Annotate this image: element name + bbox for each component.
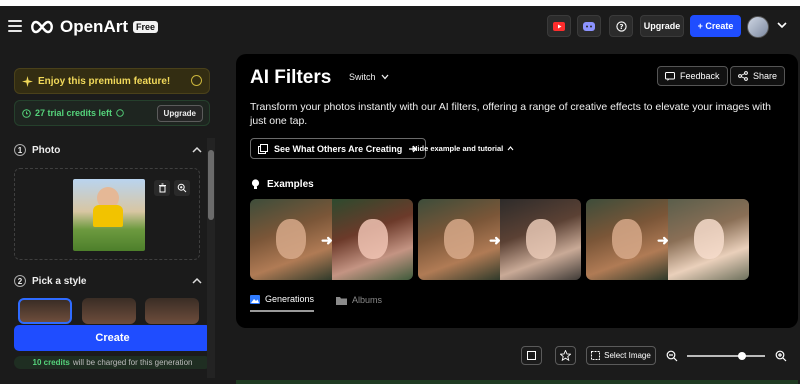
- folder-icon: [336, 296, 348, 305]
- zoom-in-icon[interactable]: [775, 350, 787, 362]
- arrow-right-icon: ➜: [489, 232, 501, 248]
- discord-button[interactable]: [577, 15, 601, 37]
- plan-badge: Free: [133, 21, 159, 33]
- select-image-label: Select Image: [604, 351, 651, 360]
- step-number: 2: [14, 275, 26, 287]
- credits-note: 10 credits will be charged for this gene…: [14, 356, 211, 369]
- delete-icon[interactable]: [154, 180, 170, 196]
- tab-label: Generations: [265, 294, 315, 304]
- examples-heading: Examples: [250, 178, 314, 190]
- checkbox-icon: [527, 351, 536, 360]
- select-image-button[interactable]: Select Image: [586, 346, 656, 365]
- gallery-toolbar: Select Image: [236, 338, 798, 374]
- examples-label: Examples: [267, 178, 314, 190]
- arrow-right-icon: ➜: [321, 232, 333, 248]
- example-image[interactable]: ➜: [418, 199, 581, 280]
- description: Transform your photos instantly with our…: [250, 101, 771, 127]
- sparkle-icon: [22, 75, 33, 87]
- trial-text: 27 trial credits left: [35, 108, 113, 118]
- chevron-down-icon[interactable]: [776, 20, 788, 30]
- premium-banner: Enjoy this premium feature!: [14, 68, 210, 94]
- menu-icon[interactable]: [8, 20, 22, 32]
- step-photo-header[interactable]: 1 Photo: [14, 144, 60, 156]
- generate-button[interactable]: Create: [14, 325, 211, 351]
- close-icon[interactable]: [191, 75, 202, 86]
- tab-label: Albums: [352, 295, 383, 305]
- style-option[interactable]: [145, 298, 199, 324]
- step-label: Photo: [32, 144, 61, 156]
- trial-upgrade-button[interactable]: Upgrade: [156, 105, 203, 122]
- photo-upload-area[interactable]: [14, 168, 200, 260]
- see-others-label: See What Others Are Creating: [274, 143, 403, 154]
- credits-note-text: will be charged for this generation: [72, 358, 193, 367]
- chevron-up-icon: [507, 146, 514, 151]
- step-style-header[interactable]: 2 Pick a style: [14, 275, 86, 287]
- discord-icon: [583, 21, 595, 31]
- chevron-up-icon[interactable]: [192, 277, 202, 285]
- tab-albums[interactable]: Albums: [336, 294, 382, 312]
- openart-logo-icon: [31, 20, 53, 34]
- clock-icon: [22, 108, 31, 118]
- favorite-filter-button[interactable]: [555, 346, 576, 365]
- credits-amount: 10 credits: [32, 358, 70, 367]
- help-button[interactable]: ?: [609, 15, 633, 37]
- sidebar: Enjoy this premium feature! 27 trial cre…: [0, 54, 226, 384]
- zoom-out-icon[interactable]: [666, 350, 678, 362]
- scrollbar-thumb[interactable]: [208, 150, 214, 220]
- example-image[interactable]: ➜: [250, 199, 413, 280]
- style-option[interactable]: [18, 298, 72, 324]
- example-image[interactable]: ➜: [586, 199, 749, 280]
- select-all-checkbox[interactable]: [521, 346, 542, 365]
- tabs: Generations Albums: [250, 294, 382, 312]
- zoom-slider[interactable]: [687, 352, 765, 360]
- lightbulb-icon: [251, 179, 260, 189]
- info-icon: [116, 109, 124, 117]
- logo[interactable]: OpenArt Free: [29, 17, 159, 37]
- share-icon: [738, 71, 748, 81]
- feedback-icon: [665, 71, 675, 81]
- youtube-icon: [553, 21, 565, 31]
- upgrade-button[interactable]: Upgrade: [640, 15, 684, 37]
- create-button[interactable]: + Create: [690, 15, 741, 37]
- logo-text: OpenArt: [60, 17, 128, 36]
- share-button[interactable]: Share: [730, 66, 786, 86]
- share-label: Share: [753, 71, 778, 81]
- svg-text:?: ?: [619, 23, 623, 31]
- style-option[interactable]: [82, 298, 136, 324]
- zoom-in-icon[interactable]: [174, 180, 190, 196]
- star-icon: [560, 350, 571, 361]
- step-number: 1: [14, 144, 26, 156]
- top-header: OpenArt Free ? Upgrade + Create: [0, 6, 800, 46]
- bottom-progress-strip: [236, 380, 798, 384]
- zoom-slider-knob[interactable]: [737, 352, 746, 360]
- uploaded-photo: [73, 179, 145, 251]
- feedback-label: Feedback: [680, 71, 720, 81]
- help-icon: ?: [615, 20, 627, 32]
- avatar[interactable]: [747, 16, 769, 38]
- feedback-button[interactable]: Feedback: [657, 66, 728, 86]
- tab-generations[interactable]: Generations: [250, 294, 315, 312]
- step-label: Pick a style: [32, 275, 87, 287]
- gallery-icon: [258, 143, 268, 154]
- switch-dropdown[interactable]: Switch: [349, 72, 389, 82]
- hide-example-link[interactable]: Hide example and tutorial: [412, 144, 514, 153]
- page-title: AI Filters: [250, 67, 332, 88]
- chevron-down-icon: [381, 74, 389, 80]
- select-icon: [591, 351, 601, 360]
- image-icon: [250, 294, 260, 304]
- trial-credits: 27 trial credits left Upgrade: [14, 100, 210, 126]
- ai-filters-card: AI Filters Switch Feedback Share Transfo…: [236, 54, 798, 328]
- hide-label: Hide example and tutorial: [412, 144, 504, 153]
- sidebar-scrollbar[interactable]: [207, 138, 215, 378]
- chevron-up-icon[interactable]: [192, 146, 202, 154]
- switch-label: Switch: [349, 72, 376, 82]
- premium-text: Enjoy this premium feature!: [38, 75, 171, 87]
- youtube-button[interactable]: [547, 15, 571, 37]
- see-others-button[interactable]: See What Others Are Creating: [250, 138, 427, 159]
- arrow-right-icon: ➜: [657, 232, 669, 248]
